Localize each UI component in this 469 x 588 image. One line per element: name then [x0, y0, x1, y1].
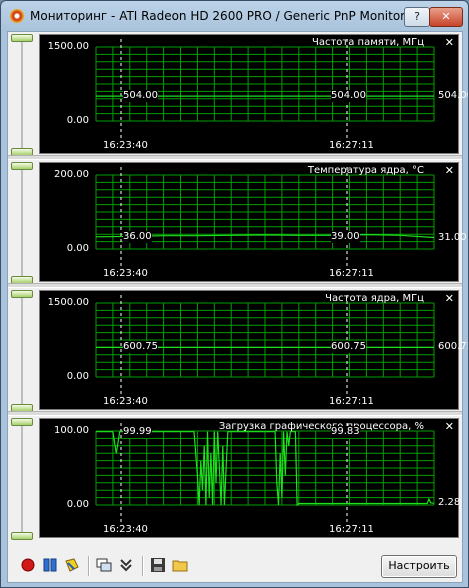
- y-axis-max-label: 200.00: [54, 169, 89, 180]
- time-left-label: 16:23:40: [103, 140, 148, 151]
- toolbar-separator: [142, 556, 144, 576]
- graph-panel: Загрузка графического процессора, % ✕ 100.…: [8, 416, 462, 542]
- y-axis-min-label: 0.00: [66, 499, 89, 510]
- double-chevron-down-icon[interactable]: [118, 557, 134, 573]
- highlighter-icon[interactable]: [64, 557, 80, 573]
- graph-area[interactable]: Температура ядра, °С ✕ 200.00 0.00 16:23:40 1…: [39, 162, 467, 282]
- help-button[interactable]: ?: [404, 7, 430, 27]
- save-icon[interactable]: [150, 557, 166, 573]
- time-right-label: 16:27:11: [329, 140, 374, 151]
- slider-handle[interactable]: [11, 34, 33, 42]
- y-axis-max-label: 1500.00: [47, 297, 89, 308]
- graph-canvas: [95, 423, 435, 523]
- y-axis-max-label: 100.00: [54, 425, 89, 436]
- graph-height-slider[interactable]: [11, 34, 33, 156]
- graph-close-icon[interactable]: ✕: [445, 36, 454, 49]
- slider-handle[interactable]: [11, 162, 33, 170]
- cursor-right-value: 504.00: [331, 90, 366, 103]
- client-area: Настроить Частота памяти, МГц ✕ 1500.00 0.0…: [7, 31, 468, 583]
- y-axis-min-label: 0.00: [66, 371, 89, 382]
- graph-close-icon[interactable]: ✕: [445, 164, 454, 177]
- time-right-label: 16:27:11: [329, 524, 374, 535]
- slider-track: [21, 422, 23, 534]
- cursor-right-value: 39.00: [331, 230, 360, 243]
- graph-close-icon[interactable]: ✕: [445, 420, 454, 433]
- graph-height-slider[interactable]: [11, 162, 33, 284]
- graph-height-slider[interactable]: [11, 290, 33, 412]
- time-left-label: 16:23:40: [103, 396, 148, 407]
- graph-area[interactable]: Загрузка графического процессора, % ✕ 100.…: [39, 418, 461, 538]
- graph-canvas: [95, 39, 435, 139]
- y-axis-min-label: 0.00: [66, 115, 89, 126]
- record-icon[interactable]: [20, 557, 36, 573]
- monitoring-window: Мониторинг - ATI Radeon HD 2600 PRO / Ge…: [0, 0, 469, 588]
- app-gear-icon: [10, 9, 24, 23]
- y-axis-max-label: 1500.00: [47, 41, 89, 52]
- setup-button[interactable]: Настроить: [381, 555, 457, 578]
- graph-canvas: [95, 295, 435, 395]
- graph-panel: Частота ядра, МГц ✕ 1500.00 0.00 16:23:40 16:…: [8, 288, 468, 416]
- graph-title: Частота памяти, МГц: [312, 37, 424, 48]
- close-button[interactable]: ✕: [429, 7, 463, 27]
- window-title: Мониторинг - ATI Radeon HD 2600 PRO / Ge…: [30, 9, 406, 23]
- slider-track: [21, 38, 23, 150]
- y-axis-min-label: 0.00: [66, 243, 89, 254]
- cursor-right-value: 99.83: [331, 425, 360, 438]
- slider-track: [21, 294, 23, 406]
- graph-panel: Частота памяти, МГц ✕ 1500.00 0.00 16:23:40 1…: [8, 32, 468, 160]
- toolbar-separator: [88, 556, 90, 576]
- windows-icon[interactable]: [96, 557, 112, 573]
- cursor-left-value: 504.00: [123, 90, 158, 103]
- title-bar[interactable]: Мониторинг - ATI Radeon HD 2600 PRO / Ge…: [1, 1, 468, 31]
- folder-icon[interactable]: [172, 557, 188, 573]
- graph-area[interactable]: Частота ядра, МГц ✕ 1500.00 0.00 16:23:40 16:…: [39, 290, 468, 410]
- graph-close-icon[interactable]: ✕: [445, 292, 454, 305]
- cursor-left-value: 600.75: [123, 341, 158, 354]
- slider-track: [21, 166, 23, 278]
- slider-handle[interactable]: [11, 290, 33, 298]
- pause-icon[interactable]: [42, 557, 58, 573]
- graph-height-slider[interactable]: [11, 418, 33, 540]
- current-value-label: 504.00: [438, 90, 468, 102]
- time-left-label: 16:23:40: [103, 268, 148, 279]
- current-value-label: 31.00: [438, 231, 467, 243]
- slider-handle[interactable]: [11, 418, 33, 426]
- time-right-label: 16:27:11: [329, 396, 374, 407]
- current-value-label: 600.75: [438, 341, 468, 353]
- cursor-right-value: 600.75: [331, 341, 366, 354]
- slider-handle[interactable]: [11, 532, 33, 540]
- cursor-left-value: 99.99: [123, 425, 152, 438]
- graph-title: Температура ядра, °С: [307, 165, 424, 176]
- cursor-left-value: 36.00: [123, 230, 152, 243]
- graph-area[interactable]: Частота памяти, МГц ✕ 1500.00 0.00 16:23:40 1…: [39, 34, 468, 154]
- graph-title: Частота ядра, МГц: [325, 293, 424, 304]
- graph-panel: Температура ядра, °С ✕ 200.00 0.00 16:23:40 1…: [8, 160, 467, 288]
- time-left-label: 16:23:40: [103, 524, 148, 535]
- bottom-toolbar: Настроить: [8, 550, 462, 582]
- graph-canvas: [95, 167, 435, 267]
- time-right-label: 16:27:11: [329, 268, 374, 279]
- graph-title: Загрузка графического процессора, %: [218, 421, 424, 432]
- current-value-label: 2.28: [438, 497, 461, 508]
